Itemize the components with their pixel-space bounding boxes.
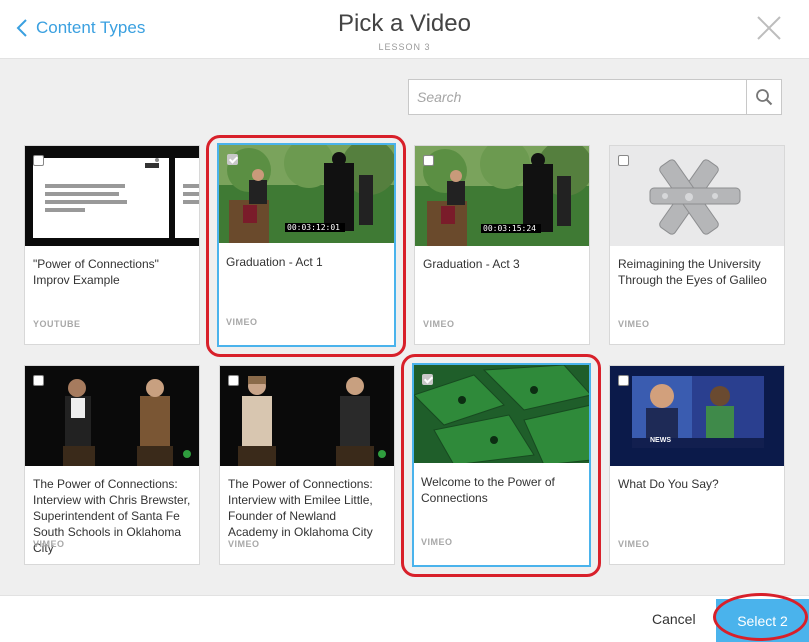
modal-footer: Cancel Select 2 [0,595,809,642]
video-thumbnail [25,146,199,246]
select-checkbox[interactable] [618,375,629,386]
video-title: The Power of Connections: Interview with… [228,477,373,539]
video-source: YOUTUBE [33,319,81,329]
news-logo-text: NEWS [650,437,671,444]
video-source: VIMEO [228,539,260,549]
video-card[interactable]: NEWS What Do You Say? VIMEO [609,365,785,565]
video-source: VIMEO [226,317,258,327]
video-timecode: 00:03:15:24 [483,224,536,233]
search-icon [756,89,773,106]
video-source: VIMEO [618,319,650,329]
video-source: VIMEO [618,539,650,549]
video-thumbnail [414,365,589,463]
video-source: VIMEO [421,537,453,547]
video-title: "Power of Connections" Improv Example [33,257,159,287]
video-card[interactable]: 00:03:15:24 Graduation - Act 3 VIMEO [414,145,590,345]
video-thumbnail [610,366,784,466]
video-title: Welcome to the Power of Connections [421,475,555,505]
video-source: VIMEO [33,539,65,549]
modal-subtitle: LESSON 3 [378,42,431,52]
video-title: Graduation - Act 1 [226,255,323,269]
search-input[interactable] [409,80,746,114]
select-checkbox[interactable] [33,155,44,166]
video-thumbnail [610,146,784,246]
video-timecode: 00:03:12:01 [287,223,340,232]
search-box [408,79,782,115]
video-title: Graduation - Act 3 [423,257,520,271]
select-checkbox[interactable] [227,154,238,165]
select-checkbox[interactable] [423,155,434,166]
video-card[interactable]: The Power of Connections: Interview with… [24,365,200,565]
close-icon[interactable] [756,15,782,41]
modal-title: Pick a Video [338,10,471,37]
video-title: Reimagining the University Through the E… [618,257,767,287]
video-card[interactable]: "Power of Connections" Improv Example YO… [24,145,200,345]
video-card[interactable]: The Power of Connections: Interview with… [219,365,395,565]
video-thumbnail [220,366,394,466]
video-title: What Do You Say? [618,477,719,491]
select-checkbox[interactable] [618,155,629,166]
video-card[interactable]: Welcome to the Power of Connections VIME… [412,363,591,567]
select-checkbox[interactable] [33,375,44,386]
video-card[interactable]: Reimagining the University Through the E… [609,145,785,345]
cancel-button[interactable]: Cancel [652,611,696,627]
video-source: VIMEO [423,319,455,329]
select-checkbox[interactable] [422,374,433,385]
modal-header: Content Types Pick a Video LESSON 3 [0,0,809,59]
video-thumbnail [25,366,199,466]
select-checkbox[interactable] [228,375,239,386]
search-button[interactable] [746,80,781,114]
select-button[interactable]: Select 2 [716,599,809,642]
video-card[interactable]: 00:03:12:01 Graduation - Act 1 VIMEO [217,143,396,347]
